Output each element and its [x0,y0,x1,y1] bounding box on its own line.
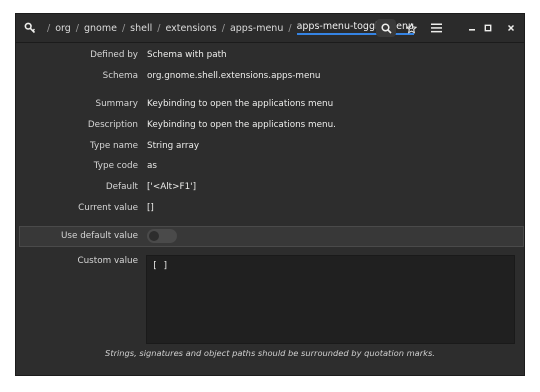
star-icon [405,22,417,34]
close-button[interactable] [503,19,519,37]
breadcrumb: / org / gnome / shell / extensions / app… [24,14,415,42]
summary-label: Summary [95,99,138,109]
use-default-label: Use default value [60,231,138,241]
breadcrumb-apps-menu[interactable]: apps-menu [230,23,283,34]
key-details: Defined by Schema with path Schema org.g… [16,43,524,375]
current-value-label: Current value [78,203,138,213]
maximize-button[interactable] [480,19,496,37]
main-menu-button[interactable] [427,19,445,37]
type-code-label: Type code [93,161,138,171]
breadcrumb-gnome[interactable]: gnome [84,23,117,34]
breadcrumb-separator: / [121,22,126,34]
breadcrumb-separator: / [75,22,79,34]
search-key-icon[interactable] [24,22,36,34]
description-label: Description [87,120,138,130]
type-name-label: Type name [90,141,138,151]
maximize-icon [484,24,492,32]
breadcrumb-extensions[interactable]: extensions [165,23,216,34]
custom-value-label: Custom value [77,256,138,266]
header-bar: / org / gnome / shell / extensions / app… [16,14,524,43]
switch-knob [149,231,159,241]
footer-note: Strings, signatures and object paths sho… [105,348,435,358]
default-value: ['<Alt>F1'] [147,182,197,192]
bookmark-button[interactable] [402,19,420,37]
breadcrumb-separator: / [157,22,161,34]
close-icon [507,24,515,32]
minimize-button[interactable] [464,19,480,37]
search-button[interactable] [376,19,396,37]
hamburger-menu-icon [430,23,442,33]
defined-by-value: Schema with path [147,50,227,60]
breadcrumb-org[interactable]: org [55,23,71,34]
breadcrumb-apps-menu-toggle-menu[interactable]: apps-menu-toggle-menu [296,21,415,35]
type-name-value: String array [147,141,200,151]
type-code-value: as [147,161,157,171]
current-value-value: [] [147,203,154,213]
app-window: / org / gnome / shell / extensions / app… [15,13,525,376]
custom-value-input[interactable]: [ ] [146,255,515,344]
breadcrumb-separator: / [221,22,225,34]
description-value: Keybinding to open the applications menu… [147,120,336,130]
search-icon [380,22,392,34]
schema-value: org.gnome.shell.extensions.apps-menu [147,71,321,81]
breadcrumb-separator: / [288,22,292,34]
breadcrumb-shell[interactable]: shell [130,23,152,34]
schema-label: Schema [102,71,138,81]
default-label: Default [105,182,138,192]
summary-value: Keybinding to open the applications menu [147,99,334,109]
use-default-switch[interactable] [147,229,177,243]
minimize-icon [469,29,475,31]
defined-by-label: Defined by [90,50,138,60]
breadcrumb-separator: / [47,22,51,34]
